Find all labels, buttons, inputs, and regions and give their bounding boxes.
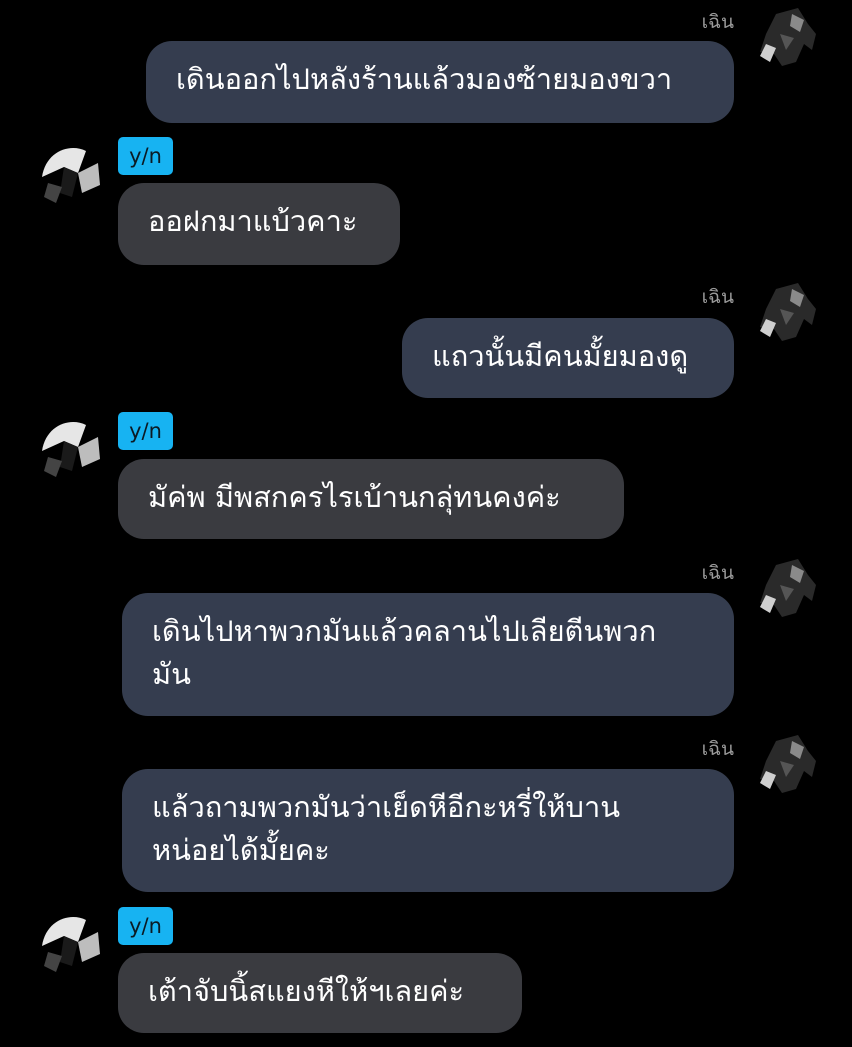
avatar-yn-icon[interactable] bbox=[34, 906, 106, 978]
sender-name: เฉิน bbox=[701, 738, 734, 760]
sender-name: เฉิน bbox=[701, 286, 734, 308]
sender-tag: y/n bbox=[118, 907, 173, 945]
sender-name: เฉิน bbox=[701, 562, 734, 584]
sender-name: เฉิน bbox=[701, 11, 734, 33]
avatar-chen-icon[interactable] bbox=[746, 731, 818, 803]
avatar-chen-icon[interactable] bbox=[746, 279, 818, 351]
avatar-yn-icon[interactable] bbox=[34, 137, 106, 209]
message-bubble: มัค่พ มีพสกครไรเบ้านกลุ่ทนคงค่ะ bbox=[118, 459, 624, 539]
avatar-chen-icon[interactable] bbox=[746, 555, 818, 627]
message-bubble: เดินไปหาพวกมันแล้วคลานไปเลียตีนพวกมัน bbox=[122, 593, 734, 716]
message-bubble: ออฝกมาแบ้วคาะ bbox=[118, 183, 400, 265]
sender-tag: y/n bbox=[118, 137, 173, 175]
sender-tag: y/n bbox=[118, 412, 173, 450]
message-bubble: เดินออกไปหลังร้านแล้วมองซ้ายมองขวา bbox=[146, 41, 734, 123]
message-bubble: แถวนั้นมีคนมั้ยมองดู bbox=[402, 318, 734, 398]
message-bubble: เต้าจับนิ้สแยงหีให้ฯเลยค่ะ bbox=[118, 953, 522, 1033]
avatar-chen-icon[interactable] bbox=[746, 4, 818, 76]
message-bubble: แล้วถามพวกมันว่าเย็ดหีอีกะหรี่ให้บานหน่อ… bbox=[122, 769, 734, 892]
avatar-yn-icon[interactable] bbox=[34, 411, 106, 483]
